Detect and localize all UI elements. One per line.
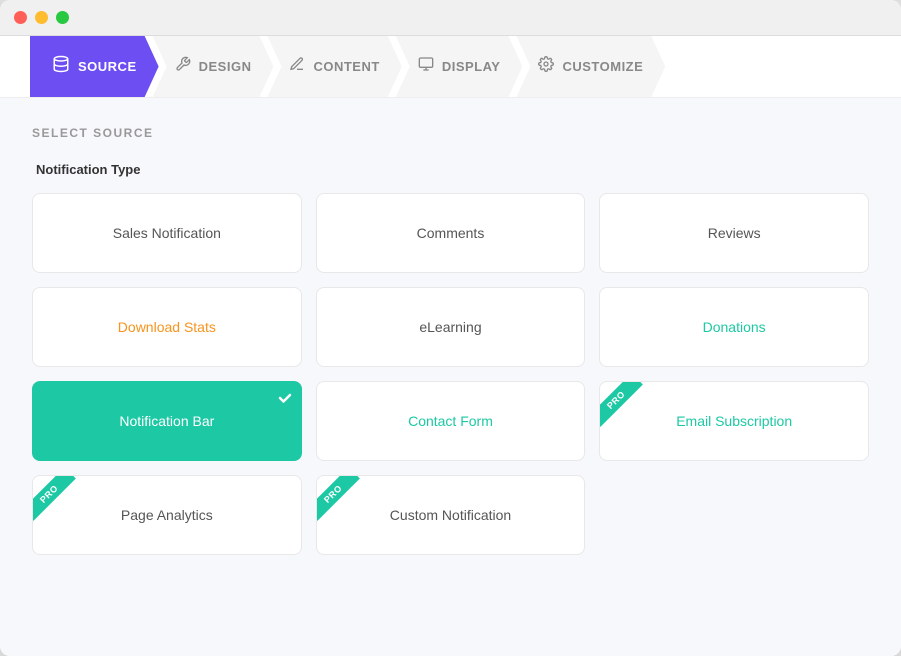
card-download-stats[interactable]: Download Stats [32,287,302,367]
source-panel: SELECT SOURCE Notification Type Sales No… [0,98,901,656]
card-page-analytics[interactable]: Page Analytics [32,475,302,555]
pro-ribbon-analytics [33,476,85,528]
card-page-analytics-label: Page Analytics [121,507,213,523]
notification-type-label: Notification Type [36,162,869,177]
card-contact-form[interactable]: Contact Form [316,381,586,461]
content-icon [289,56,305,77]
pro-ribbon-custom [317,476,369,528]
card-custom-notification[interactable]: Custom Notification [316,475,586,555]
tab-design-label: DESIGN [199,59,252,74]
card-comments[interactable]: Comments [316,193,586,273]
card-sales-notification[interactable]: Sales Notification [32,193,302,273]
tab-content[interactable]: CONTENT [267,36,401,97]
tab-customize-label: CUSTOMIZE [562,59,643,74]
pro-ribbon-email [600,382,652,434]
minimize-button[interactable] [35,11,48,24]
selected-check-badge [269,382,301,414]
card-sales-notification-label: Sales Notification [113,225,221,241]
card-contact-form-label: Contact Form [408,413,493,429]
app-window: SOURCE DESIGN CONTENT [0,0,901,656]
customize-icon [538,56,554,77]
maximize-button[interactable] [56,11,69,24]
card-donations-label: Donations [703,319,766,335]
card-notification-bar[interactable]: Notification Bar [32,381,302,461]
titlebar [0,0,901,36]
section-title: SELECT SOURCE [32,126,869,140]
card-custom-notification-label: Custom Notification [390,507,511,523]
tab-design[interactable]: DESIGN [153,36,274,97]
card-grid: Sales Notification Comments Reviews Down… [32,193,869,555]
card-email-subscription[interactable]: Email Subscription [599,381,869,461]
card-reviews[interactable]: Reviews [599,193,869,273]
source-icon [52,55,70,78]
card-notification-bar-label: Notification Bar [119,413,214,429]
tab-display[interactable]: DISPLAY [396,36,523,97]
card-elearning[interactable]: eLearning [316,287,586,367]
tab-source-label: SOURCE [78,59,137,74]
display-icon [418,56,434,77]
card-download-stats-label: Download Stats [118,319,216,335]
close-button[interactable] [14,11,27,24]
tab-customize[interactable]: CUSTOMIZE [516,36,665,97]
main-content: SOURCE DESIGN CONTENT [0,36,901,656]
card-donations[interactable]: Donations [599,287,869,367]
card-elearning-label: eLearning [419,319,481,335]
tabbar: SOURCE DESIGN CONTENT [0,36,901,98]
design-icon [175,56,191,77]
tab-display-label: DISPLAY [442,59,501,74]
card-email-subscription-label: Email Subscription [676,413,792,429]
tab-content-label: CONTENT [313,59,379,74]
tab-source[interactable]: SOURCE [30,36,159,97]
card-comments-label: Comments [417,225,485,241]
card-reviews-label: Reviews [708,225,761,241]
